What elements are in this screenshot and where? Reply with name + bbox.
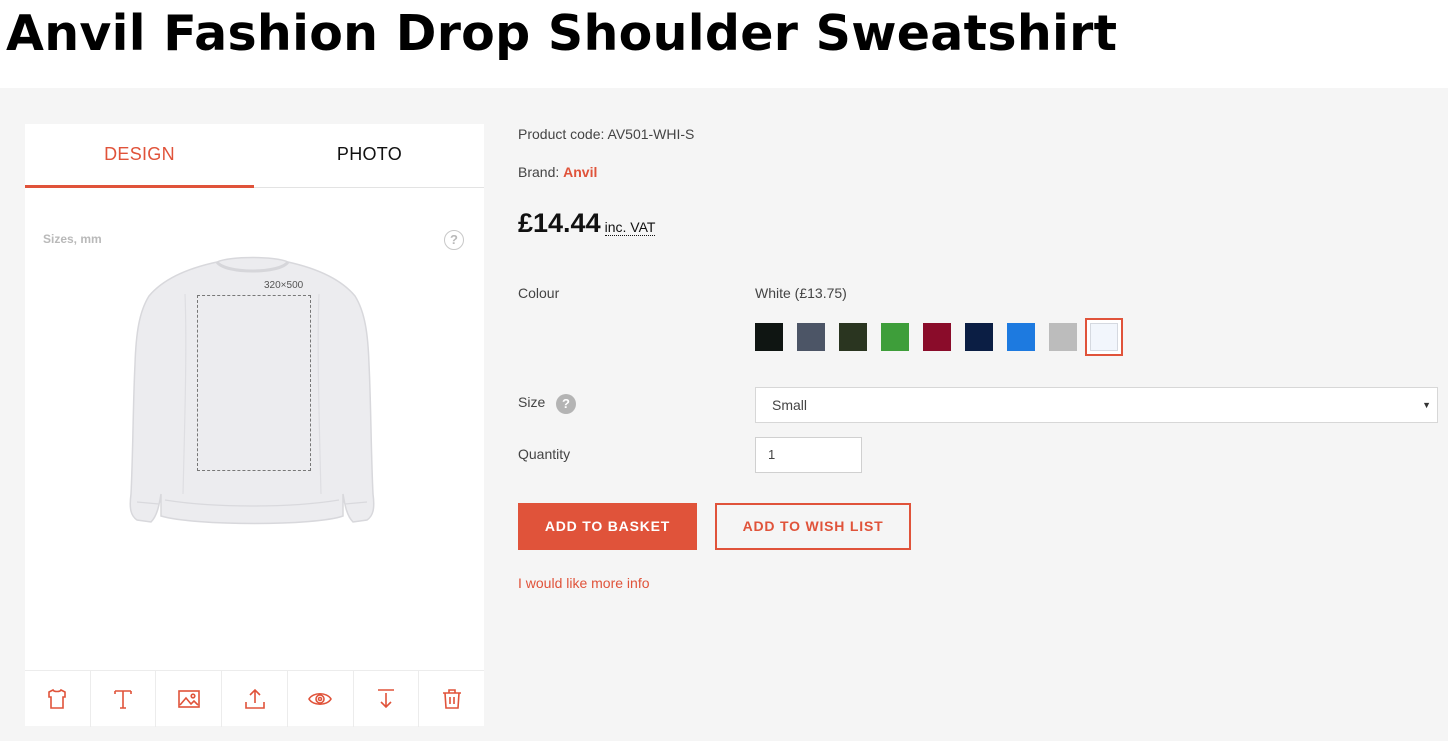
image-icon	[177, 690, 200, 708]
swatch-grey[interactable]	[1049, 323, 1077, 351]
upload-icon	[244, 688, 265, 709]
brand-label: Brand:	[518, 164, 560, 180]
size-select-value: Small	[772, 397, 808, 413]
colour-label: Colour	[518, 285, 560, 301]
product-code-value: AV501-WHI-S	[607, 126, 695, 142]
add-to-wishlist-button[interactable]: ADD TO WISH LIST	[715, 503, 911, 550]
vat-label[interactable]: inc. VAT	[604, 219, 656, 236]
text-icon	[114, 690, 132, 709]
quantity-input[interactable]: 1	[755, 437, 862, 473]
swatch-black[interactable]	[755, 323, 783, 351]
chevron-down-icon: ▼	[1422, 400, 1431, 410]
product-code-label: Product code:	[518, 126, 605, 142]
brand-link[interactable]: Anvil	[563, 164, 597, 180]
text-tool-button[interactable]	[91, 671, 157, 727]
add-to-basket-button[interactable]: ADD TO BASKET	[518, 503, 697, 550]
size-select[interactable]: Small ▼	[755, 387, 1438, 423]
product-content: DESIGN PHOTO Sizes, mm ? 320×500 Product…	[0, 88, 1448, 741]
swatch-white-fill	[1090, 323, 1118, 351]
price-value: £14.44	[518, 208, 601, 238]
trash-icon	[442, 689, 461, 709]
product-code: Product code: AV501-WHI-S	[518, 126, 694, 142]
download-tool-button[interactable]	[354, 671, 420, 727]
eye-icon	[308, 692, 333, 706]
swatch-white[interactable]	[1085, 318, 1123, 356]
designer-panel: DESIGN PHOTO Sizes, mm ? 320×500	[25, 124, 484, 727]
size-label: Size	[518, 394, 546, 410]
print-area[interactable]	[197, 295, 311, 471]
download-icon	[377, 689, 394, 709]
help-icon[interactable]: ?	[444, 230, 464, 250]
print-area-dimensions: 320×500	[264, 280, 304, 291]
more-info-link[interactable]: I would like more info	[518, 575, 650, 591]
size-help-icon[interactable]: ?	[556, 394, 576, 414]
swatch-dark-olive[interactable]	[839, 323, 867, 351]
page-title: Anvil Fashion Drop Shoulder Sweatshirt	[6, 5, 1118, 62]
image-tool-button[interactable]	[156, 671, 223, 727]
swatch-green[interactable]	[881, 323, 909, 351]
tshirt-icon	[48, 688, 67, 709]
delete-tool-button[interactable]	[419, 671, 484, 727]
tab-photo[interactable]: PHOTO	[255, 124, 484, 188]
swatch-charcoal[interactable]	[797, 323, 825, 351]
colour-value: White (£13.75)	[755, 285, 847, 301]
price: £14.44 inc. VAT	[518, 208, 656, 239]
designer-toolbar	[25, 670, 484, 727]
swatch-burgundy[interactable]	[923, 323, 951, 351]
tab-design[interactable]: DESIGN	[25, 124, 254, 188]
preview-tool-button[interactable]	[288, 671, 354, 727]
quantity-label: Quantity	[518, 446, 571, 462]
designer-tabs: DESIGN PHOTO	[25, 124, 484, 188]
sizes-label: Sizes, mm	[43, 232, 102, 246]
upload-tool-button[interactable]	[222, 671, 288, 727]
product-tool-button[interactable]	[25, 671, 91, 727]
brand: Brand: Anvil	[518, 164, 597, 180]
swatch-navy[interactable]	[965, 323, 993, 351]
swatch-royal-blue[interactable]	[1007, 323, 1035, 351]
